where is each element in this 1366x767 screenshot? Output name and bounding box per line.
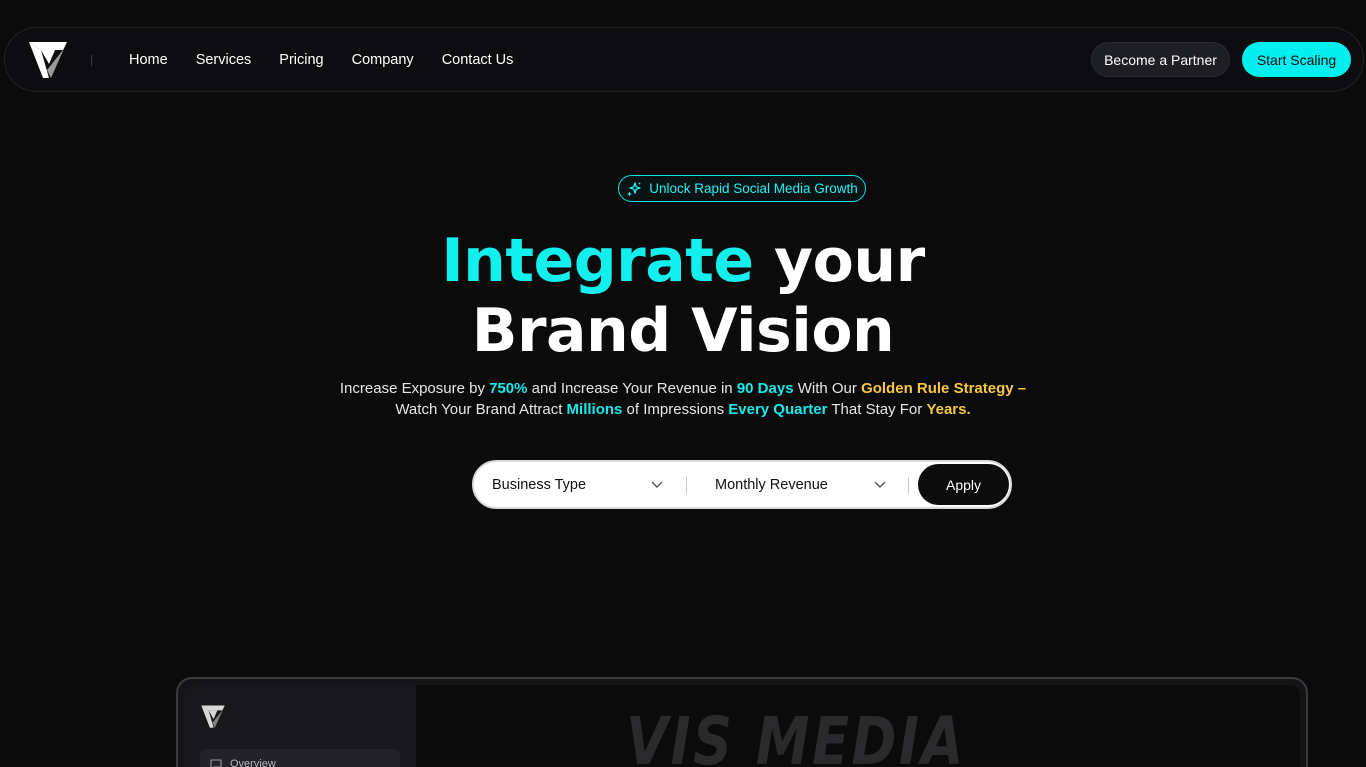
chevron-down-icon <box>651 481 663 488</box>
sub-highlight-millions: Millions <box>566 401 623 418</box>
preview-sidebar-label: Overview <box>230 758 276 767</box>
hero-badge: Unlock Rapid Social Media Growth <box>618 175 866 202</box>
filter-bar: Business Type Monthly Revenue Apply <box>472 460 1012 509</box>
landing-page: Home Services Pricing Company Contact Us… <box>0 0 1366 767</box>
preview-sidebar: Overview <box>184 685 416 767</box>
top-nav: Home Services Pricing Company Contact Us… <box>4 27 1364 92</box>
sub-text: Increase Exposure by <box>339 380 490 397</box>
sub-text: That Stay For <box>827 401 927 418</box>
monthly-revenue-label: Monthly Revenue <box>715 476 828 493</box>
chat-icon <box>210 759 222 767</box>
nav-link-contact[interactable]: Contact Us <box>442 52 514 68</box>
sub-text: With Our <box>793 380 862 397</box>
nav-link-home[interactable]: Home <box>129 52 168 68</box>
sub-text: of Impressions <box>622 401 729 418</box>
brand-logo-icon[interactable] <box>27 38 69 80</box>
nav-links: Home Services Pricing Company Contact Us <box>129 28 541 91</box>
brand-logo-icon <box>201 705 225 728</box>
nav-divider <box>91 55 92 66</box>
hero-title-line2: Brand Vision <box>471 296 895 366</box>
preview-brand-text: VIS MEDIA <box>626 703 966 767</box>
filter-divider <box>908 477 909 494</box>
business-type-select[interactable]: Business Type <box>492 462 664 507</box>
sparkle-icon <box>627 181 641 196</box>
filter-divider <box>686 477 687 494</box>
nav-link-company[interactable]: Company <box>352 52 414 68</box>
hero-title-highlight: Integrate <box>441 226 754 296</box>
hero-title-line1: Integrate your <box>0 226 1366 296</box>
preview-main: VIS MEDIA <box>416 685 1300 767</box>
hero-title-rest: your <box>753 226 925 296</box>
apply-button[interactable]: Apply <box>918 464 1009 505</box>
business-type-label: Business Type <box>492 476 587 493</box>
sub-highlight-quarter: Every Quarter <box>728 401 828 418</box>
chevron-down-icon <box>874 481 886 488</box>
monthly-revenue-select[interactable]: Monthly Revenue <box>715 462 887 507</box>
dashboard-preview: Overview VIS MEDIA <box>176 677 1308 767</box>
sub-highlight-years: Years. <box>926 401 971 418</box>
sub-highlight-exposure: 750% <box>489 380 528 397</box>
sub-text: Watch Your Brand Attract <box>395 401 567 418</box>
start-scaling-button[interactable]: Start Scaling <box>1242 42 1351 77</box>
nav-link-pricing[interactable]: Pricing <box>279 52 323 68</box>
hero-subtitle-line1: Increase Exposure by 750% and Increase Y… <box>0 378 1366 399</box>
become-partner-button[interactable]: Become a Partner <box>1091 42 1230 77</box>
sub-highlight-strategy: Golden Rule Strategy – <box>861 380 1027 397</box>
nav-link-services[interactable]: Services <box>196 52 252 68</box>
sub-text: and Increase Your Revenue in <box>527 380 737 397</box>
preview-sidebar-item-overview: Overview <box>200 749 400 767</box>
sub-highlight-days: 90 Days <box>736 380 794 397</box>
hero-badge-label: Unlock Rapid Social Media Growth <box>649 181 858 196</box>
hero-subtitle-line2: Watch Your Brand Attract Millions of Imp… <box>0 399 1366 420</box>
